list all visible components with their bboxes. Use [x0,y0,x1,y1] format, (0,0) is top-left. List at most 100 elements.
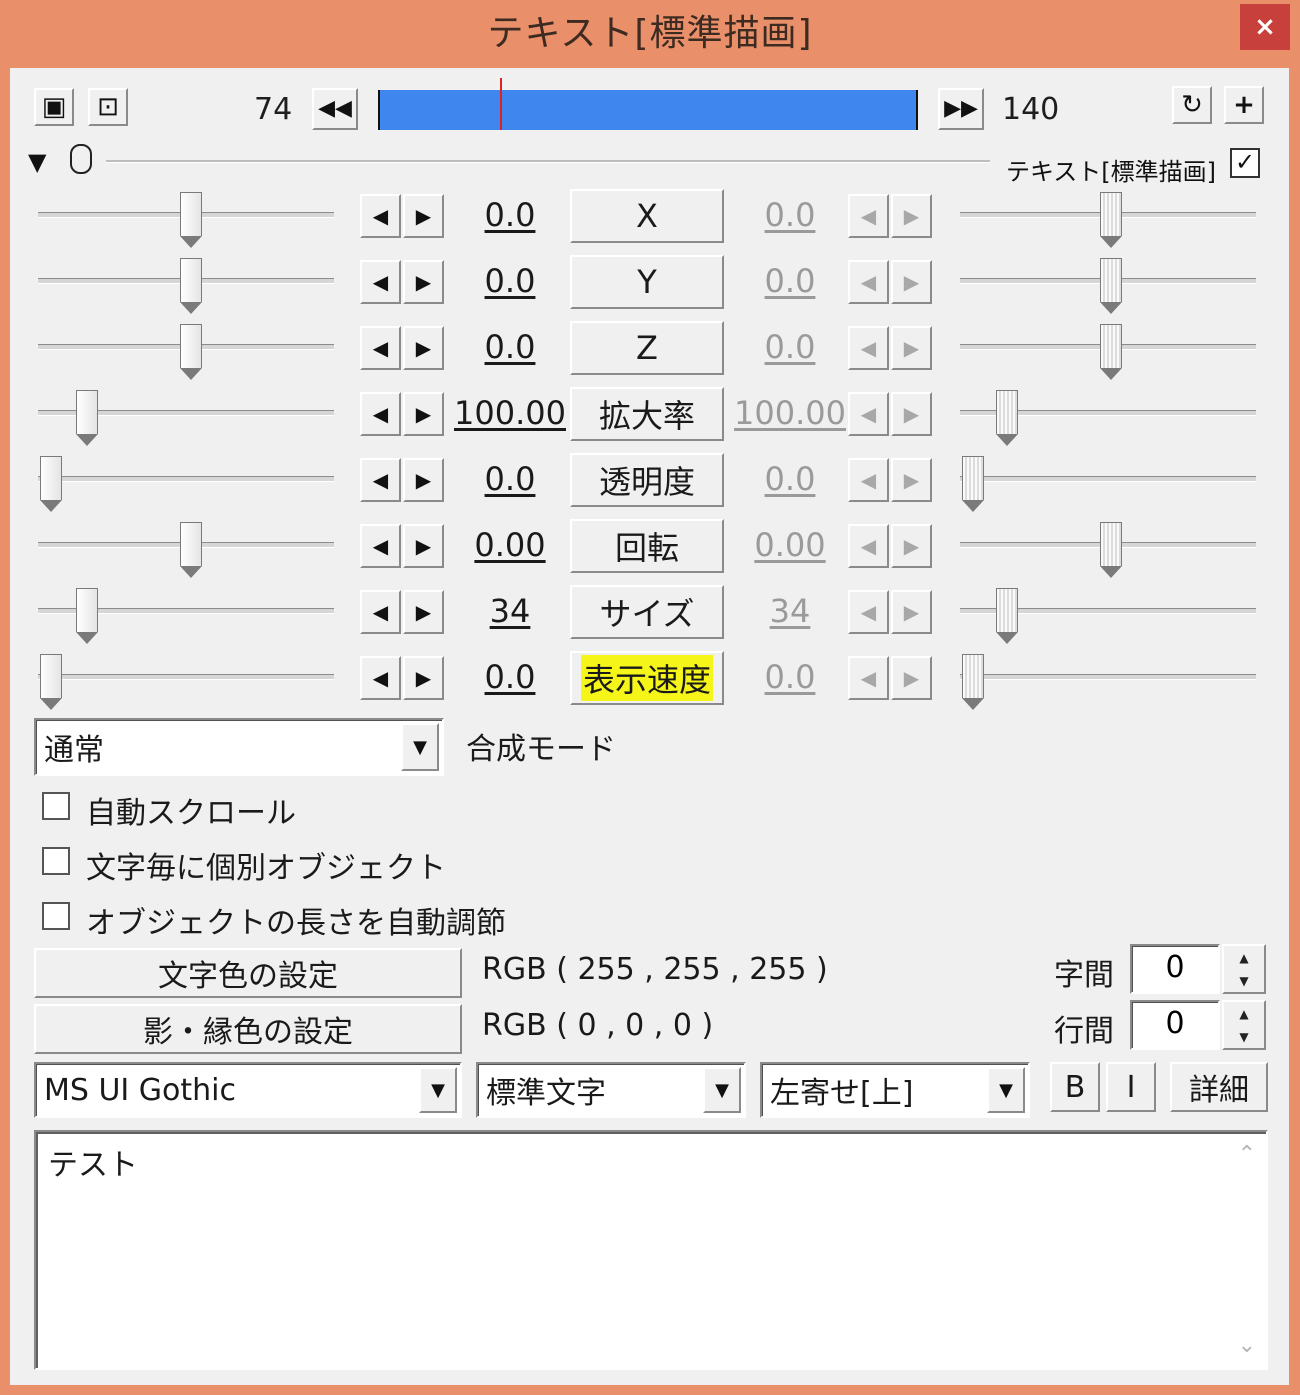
start-value[interactable]: 0.0 [450,196,570,234]
slider-thumb [996,588,1018,644]
arrow-left-icon[interactable]: ◀ [360,590,401,634]
param-button[interactable]: Z [570,321,724,375]
arrow-right-icon: ▶ [891,392,932,436]
arrow-right-icon[interactable]: ▶ [403,194,444,238]
seek-position-marker[interactable] [500,78,502,130]
auto-length-checkbox[interactable] [42,902,70,930]
end-value-arrows: ◀ ▶ [848,260,934,304]
start-value[interactable]: 100.00 [450,394,570,432]
start-value-arrows: ◀ ▶ [360,326,446,370]
arrow-right-icon: ▶ [891,656,932,700]
collapse-triangle-icon[interactable]: ▼ [28,148,46,176]
per-char-object-checkbox[interactable] [42,847,70,875]
window-title: テキスト[標準描画] [487,13,813,54]
font-family-select[interactable]: MS UI Gothic ▼ [34,1062,462,1118]
slider-thumb[interactable] [180,324,202,380]
arrow-left-icon[interactable]: ◀ [360,458,401,502]
slider-thumb [1100,192,1122,248]
chevron-down-icon[interactable]: ▼ [419,1067,457,1113]
text-align-value: 左寄せ[上] [770,1076,914,1111]
stepper-down-icon[interactable]: ▼ [1224,969,1264,992]
slider-thumb[interactable] [76,588,98,644]
scroll-down-icon[interactable]: ⌄ [1238,1333,1256,1358]
slider-thumb[interactable] [40,654,62,710]
arrow-right-icon[interactable]: ▶ [403,524,444,568]
arrow-left-icon[interactable]: ◀ [360,260,401,304]
chevron-down-icon[interactable]: ▼ [987,1067,1025,1113]
slider-thumb[interactable] [76,390,98,446]
arrow-left-icon[interactable]: ◀ [360,194,401,238]
end-value-arrows: ◀ ▶ [848,656,934,700]
param-label: サイズ [599,595,695,633]
detail-button[interactable]: 詳細 [1170,1062,1268,1112]
blend-mode-select[interactable]: 通常 ▼ [34,718,444,776]
start-value-slider[interactable] [38,476,334,482]
start-value[interactable]: 0.0 [450,460,570,498]
arrow-left-icon: ◀ [848,392,889,436]
stepper-down-icon[interactable]: ▼ [1224,1025,1264,1048]
param-button[interactable]: 透明度 [570,453,724,507]
text-color-button[interactable]: 文字色の設定 [34,948,462,998]
arrow-left-icon[interactable]: ◀ [360,524,401,568]
start-value[interactable]: 0.0 [450,328,570,366]
arrow-right-icon[interactable]: ▶ [403,392,444,436]
chevron-down-icon[interactable]: ▼ [401,723,439,771]
text-align-select[interactable]: 左寄せ[上] ▼ [760,1062,1030,1118]
param-button[interactable]: X [570,189,724,243]
start-value[interactable]: 34 [450,592,570,630]
close-button[interactable]: × [1240,4,1290,50]
arrow-left-icon[interactable]: ◀ [360,392,401,436]
line-spacing-input[interactable]: 0 [1130,1000,1220,1050]
prev-keyframe-button[interactable]: ◀◀ [312,88,358,130]
chevron-down-icon[interactable]: ▼ [703,1067,741,1113]
start-value[interactable]: 0.0 [450,262,570,300]
start-frame: 74 [254,92,293,127]
filter-enabled-checkbox[interactable]: ✓ [1230,148,1260,178]
next-keyframe-button[interactable]: ▶▶ [938,88,984,130]
loop-icon[interactable]: ↻ [1172,86,1212,124]
slider-thumb[interactable] [180,258,202,314]
text-input-area[interactable]: テスト ⌃ ⌄ [34,1130,1268,1370]
scroll-up-icon[interactable]: ⌃ [1238,1142,1256,1167]
stepper-up-icon[interactable]: ▲ [1224,1002,1264,1025]
line-spacing-stepper[interactable]: ▲ ▼ [1222,1000,1266,1050]
film-icon[interactable]: ▣ [34,88,74,126]
arrow-right-icon[interactable]: ▶ [403,656,444,700]
param-button[interactable]: サイズ [570,585,724,639]
end-value-arrows: ◀ ▶ [848,194,934,238]
param-button[interactable]: 回転 [570,519,724,573]
arrow-left-icon: ◀ [848,656,889,700]
end-value: 0.00 [754,526,826,564]
start-value[interactable]: 0.0 [450,658,570,696]
seek-bar[interactable] [378,78,918,130]
slider-thumb[interactable] [40,456,62,512]
shadow-color-button[interactable]: 影・縁色の設定 [34,1004,462,1054]
char-spacing-stepper[interactable]: ▲ ▼ [1222,944,1266,994]
stepper-up-icon[interactable]: ▲ [1224,946,1264,969]
arrow-right-icon[interactable]: ▶ [403,260,444,304]
arrow-right-icon[interactable]: ▶ [403,326,444,370]
start-value-slider[interactable] [38,674,334,680]
arrow-left-icon[interactable]: ◀ [360,326,401,370]
italic-button[interactable]: I [1106,1062,1156,1112]
char-spacing-input[interactable]: 0 [1130,944,1220,994]
text-style-value: 標準文字 [486,1076,606,1111]
filter-name: テキスト[標準描画] [1006,158,1217,186]
frame-select-icon[interactable]: ⊡ [88,88,128,126]
arrow-right-icon[interactable]: ▶ [403,458,444,502]
arrow-left-icon: ◀ [848,260,889,304]
auto-scroll-checkbox[interactable] [42,792,70,820]
arrow-right-icon[interactable]: ▶ [403,590,444,634]
add-filter-button[interactable]: + [1224,86,1264,124]
bold-button[interactable]: B [1050,1062,1100,1112]
slider-thumb[interactable] [180,522,202,578]
param-button[interactable]: 表示速度 [570,651,724,705]
slider-thumb[interactable] [180,192,202,248]
text-style-select[interactable]: 標準文字 ▼ [476,1062,746,1118]
text-color-value: RGB ( 255 , 255 , 255 ) [482,952,828,987]
blend-mode-value: 通常 [44,733,104,768]
param-button[interactable]: 拡大率 [570,387,724,441]
param-button[interactable]: Y [570,255,724,309]
arrow-left-icon[interactable]: ◀ [360,656,401,700]
start-value[interactable]: 0.00 [450,526,570,564]
